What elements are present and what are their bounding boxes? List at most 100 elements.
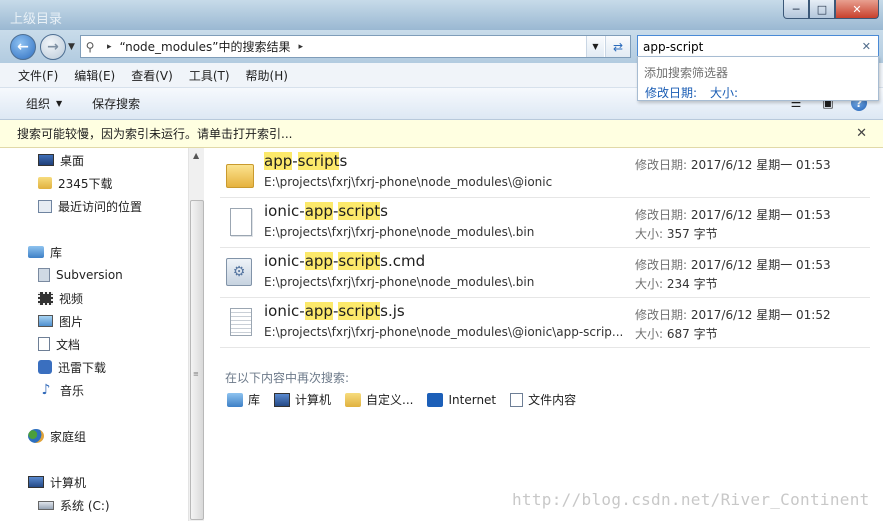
sidebar-item-label: 图片 [59,314,84,329]
sidebar-item-recent-places[interactable]: 最近访问的位置 [38,196,142,216]
sidebar-item-xunlei-downloads[interactable]: 迅雷下载 [38,357,106,377]
sidebar-item-desktop[interactable]: 桌面 [38,150,84,170]
subversion-library-icon [38,268,50,282]
menu-edit[interactable]: 编辑(E) [74,67,115,84]
sidebar-scrollbar[interactable]: ▲ ≡ [188,148,204,521]
result-path: E:\projects\fxrj\fxrj-phone\node_modules… [264,225,535,239]
recent-pages-dropdown[interactable]: ▼ [68,42,75,52]
result-path: E:\projects\fxrj\fxrj-phone\node_modules… [264,275,535,289]
menu-file[interactable]: 文件(F) [18,67,58,84]
sidebar-item-documents[interactable]: 文档 [38,334,80,354]
libraries-icon [28,246,44,258]
hard-drive-icon [38,500,54,510]
info-bar-message: 搜索可能较慢，因为索引未运行。请单击打开索引... [17,127,293,141]
libraries-icon [227,392,243,407]
forward-button[interactable]: → [40,34,66,60]
search-again-libraries[interactable]: 库 [227,391,260,408]
result-row[interactable]: ionic-app-scripts E:\projects\fxrj\fxrj-… [220,198,870,248]
result-row[interactable]: ionic-app-scripts.js E:\projects\fxrj\fx… [220,298,870,348]
result-name[interactable]: ionic-app-scripts.cmd [264,252,425,270]
search-filter-popup: 添加搜索筛选器 修改日期: 大小: [637,56,879,101]
save-search-button[interactable]: 保存搜索 [92,95,140,112]
internet-icon [427,392,444,407]
result-size: 大小: 687 字节 [635,327,718,341]
search-again-custom[interactable]: 自定义... [345,391,413,408]
close-button[interactable]: ✕ [835,0,879,19]
breadcrumb-separator[interactable]: ▸ [107,42,112,52]
sidebar-item-videos[interactable]: 视频 [38,288,83,308]
custom-folder-icon [345,392,362,407]
pictures-library-icon [38,315,53,327]
homegroup-icon [28,429,44,443]
search-box[interactable]: ✕ [637,35,879,58]
sidebar-item-label: 桌面 [60,153,85,168]
search-again-options: 库 计算机 自定义... Internet 文件内容 [227,391,590,408]
sidebar-item-libraries[interactable]: 库 [28,242,62,262]
result-row[interactable]: app-scripts E:\projects\fxrj\fxrj-phone\… [220,148,870,198]
maximize-button[interactable]: □ [809,0,835,19]
window-title: 上级目录 [10,12,63,27]
filter-date-modified-link[interactable]: 修改日期: [645,84,697,101]
menu-tools[interactable]: 工具(T) [189,67,230,84]
filter-size-link[interactable]: 大小: [710,84,738,101]
search-again-internet[interactable]: Internet [427,392,496,407]
sidebar-item-homegroup[interactable]: 家庭组 [28,426,86,446]
address-dropdown-button[interactable]: ▼ [586,36,604,57]
music-note-icon: ♪ [41,382,51,398]
search-again-computer[interactable]: 计算机 [274,391,331,408]
sidebar-item-label: 系统 (C:) [60,498,110,513]
chevron-down-icon: ▼ [56,99,63,108]
sidebar-item-subversion[interactable]: Subversion [38,265,123,285]
menu-view[interactable]: 查看(V) [131,67,173,84]
arrow-right-icon: → [47,39,59,55]
back-button[interactable]: ← [10,34,36,60]
scrollbar-thumb[interactable] [190,200,204,520]
result-size: 大小: 234 字节 [635,277,718,291]
refresh-icon: ⇄ [612,39,624,54]
result-row[interactable]: ⚙ ionic-app-scripts.cmd E:\projects\fxrj… [220,248,870,298]
title-bar: 上级目录 ─ □ ✕ [0,0,883,30]
result-date: 修改日期: 2017/6/12 星期一 01:52 [635,308,831,322]
sidebar-item-label: 家庭组 [50,429,87,444]
file-icon [226,208,256,240]
sidebar-item-drive-c[interactable]: 系统 (C:) [38,495,110,515]
sidebar-item-pictures[interactable]: 图片 [38,311,83,331]
search-input[interactable] [643,39,853,54]
result-path: E:\projects\fxrj\fxrj-phone\node_modules… [264,325,624,339]
index-info-bar[interactable]: 搜索可能较慢，因为索引未运行。请单击打开索引... ✕ [0,120,883,148]
file-contents-icon [510,392,524,407]
sidebar-item-music[interactable]: ♪ 音乐 [38,380,84,400]
recent-places-icon [38,199,52,213]
result-name[interactable]: app-scripts [264,152,347,170]
filter-title: 添加搜索筛选器 [644,66,729,80]
result-name[interactable]: ionic-app-scripts [264,202,388,220]
arrow-left-icon: ← [17,39,29,55]
organize-label: 组织 [26,97,51,111]
minimize-button[interactable]: ─ [783,0,809,19]
folder-icon [38,177,52,189]
video-library-icon [38,291,53,305]
result-name[interactable]: ionic-app-scripts.js [264,302,405,320]
computer-icon [28,476,44,488]
folder-icon [226,158,256,190]
address-bar[interactable]: ⚲ ▸ “node_modules”中的搜索结果 ▸ ▼ ⇄ [80,35,631,58]
window-controls: ─ □ ✕ [783,0,879,19]
search-again-title: 在以下内容中再次搜索: [225,371,350,385]
breadcrumb[interactable]: “node_modules”中的搜索结果 [120,38,291,55]
search-again-file-contents[interactable]: 文件内容 [510,391,576,408]
refresh-button[interactable]: ⇄ [605,36,630,57]
sidebar-item-label: 文档 [56,337,81,352]
result-date: 修改日期: 2017/6/12 星期一 01:53 [635,158,831,172]
scroll-up-icon[interactable]: ▲ [193,151,199,160]
sidebar-item-computer[interactable]: 计算机 [28,472,86,492]
scroll-grip-icon: ≡ [193,370,199,378]
organize-button[interactable]: 组织 ▼ [26,95,62,112]
sidebar-item-2345-downloads[interactable]: 2345下载 [38,173,113,193]
desktop-icon [38,154,54,166]
breadcrumb-separator-end[interactable]: ▸ [298,42,303,52]
sidebar-item-label: 计算机 [50,475,87,490]
clear-search-icon[interactable]: ✕ [862,40,871,53]
close-info-bar-icon[interactable]: ✕ [856,126,867,141]
js-file-icon [226,308,256,340]
menu-help[interactable]: 帮助(H) [246,67,288,84]
